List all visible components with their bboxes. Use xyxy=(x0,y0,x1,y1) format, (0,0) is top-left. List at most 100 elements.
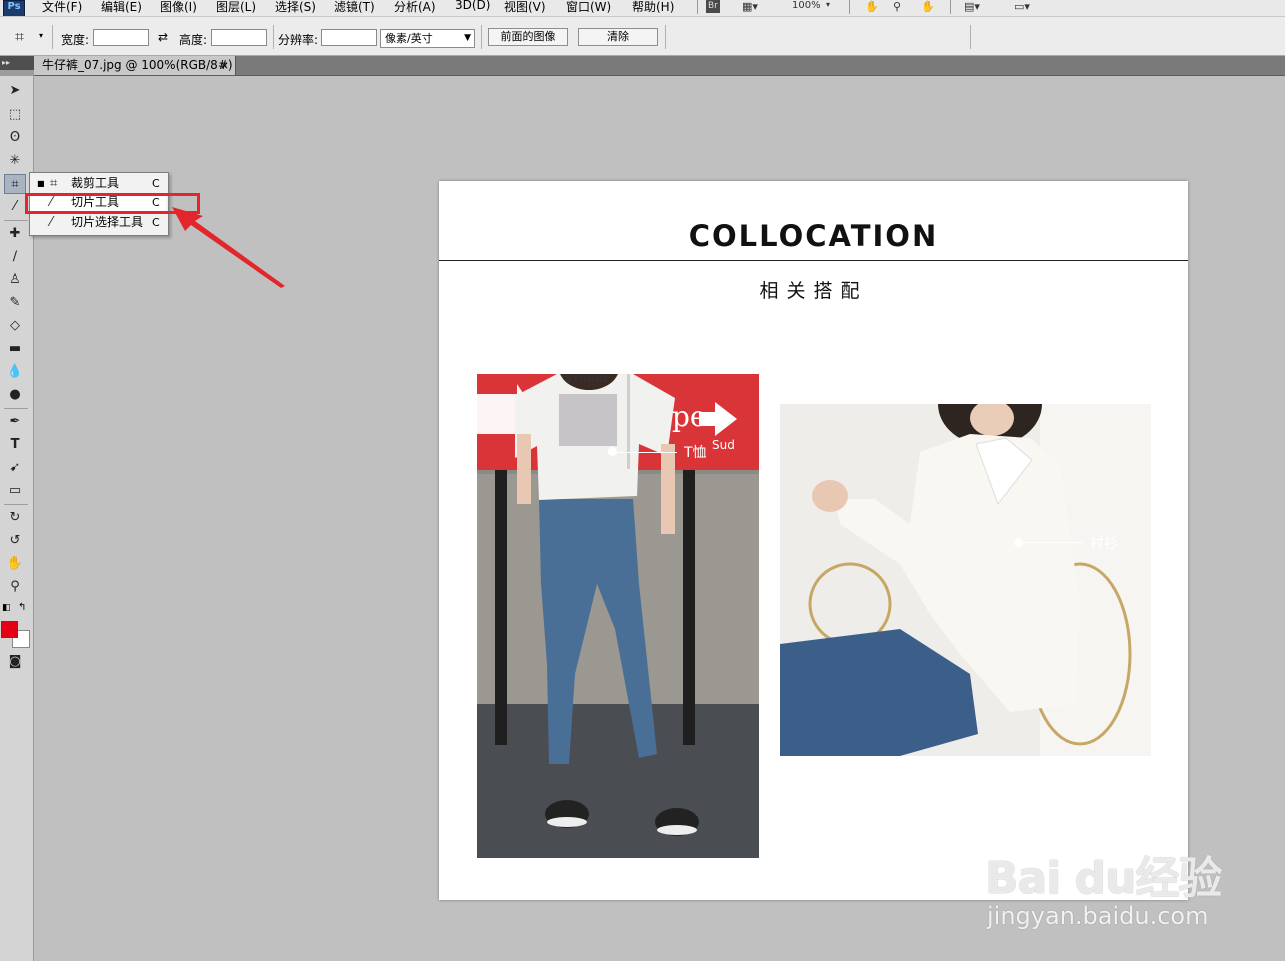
bridge-icon[interactable]: Br xyxy=(706,0,720,13)
pen-tool-icon[interactable]: ✒ xyxy=(4,412,26,432)
chevron-down-icon: ▼ xyxy=(464,33,471,43)
document-canvas[interactable]: COLLOCATION 相关搭配 STUDIO pe Sud T恤 衬衫 xyxy=(439,181,1188,900)
resolution-unit-select[interactable]: 像素/英寸 ▼ xyxy=(380,29,475,48)
eraser-tool-icon[interactable]: ◇ xyxy=(4,316,26,336)
zoom-icon[interactable]: ⚲ xyxy=(893,0,901,13)
zoom-dropdown-icon[interactable]: ▾ xyxy=(826,0,830,9)
view-extras-icon[interactable]: ▦▾ xyxy=(742,0,758,13)
rotate-view-icon[interactable]: ✋ xyxy=(921,0,935,13)
menu-help[interactable]: 帮助(H) xyxy=(632,0,674,15)
flyout-item-shortcut: C xyxy=(152,216,160,229)
options-separator xyxy=(970,25,971,49)
menu-separator xyxy=(950,0,951,14)
flyout-item-label: 裁剪工具 xyxy=(71,176,120,190)
resolution-input[interactable] xyxy=(321,29,377,46)
panel-collapse-strip[interactable]: ▸▸ xyxy=(0,56,34,70)
flyout-item-crop[interactable]: ■ ⌗ 裁剪工具 C xyxy=(30,174,166,193)
photoshop-logo: Ps xyxy=(3,0,25,16)
magic-wand-tool-icon[interactable]: ✳ xyxy=(4,151,26,171)
clone-stamp-tool-icon[interactable]: ♙ xyxy=(4,270,26,290)
shirt-print-text: STUDIO xyxy=(565,374,608,385)
label-line xyxy=(1023,542,1083,543)
front-image-button[interactable]: 前面的图像 xyxy=(488,28,568,46)
width-input[interactable] xyxy=(93,29,149,46)
height-label: 高度: xyxy=(179,33,208,47)
crop-icon: ⌗ xyxy=(50,176,58,191)
menu-layer[interactable]: 图层(L) xyxy=(216,0,256,15)
document-tab[interactable]: 牛仔裤_07.jpg @ 100%(RGB/8#) × xyxy=(34,56,236,75)
options-bar: ⌗ ▾ 宽度: ⇄ 高度: 分辨率: 像素/英寸 ▼ 前面的图像 清除 xyxy=(0,17,1285,56)
default-colors-icon[interactable]: ◧ xyxy=(2,603,11,613)
gradient-tool-icon[interactable]: ▬ xyxy=(4,339,26,359)
menu-image[interactable]: 图像(I) xyxy=(160,0,197,15)
sign-text: pe xyxy=(672,400,707,433)
toolbox-separator xyxy=(4,220,28,221)
resolution-unit-value: 像素/英寸 xyxy=(385,32,433,45)
zoom-level[interactable]: 100% xyxy=(792,0,821,11)
document-tab-bar: 牛仔裤_07.jpg @ 100%(RGB/8#) × xyxy=(34,56,1285,76)
3d-orbit-tool-icon[interactable]: ↺ xyxy=(4,531,26,551)
flyout-item-slice-select[interactable]: ⁄ 切片选择工具 C xyxy=(30,213,166,232)
swap-dimensions-icon[interactable]: ⇄ xyxy=(158,30,168,44)
photo-shirt-illustration xyxy=(780,404,1151,756)
brush-tool-icon[interactable]: ∕ xyxy=(4,247,26,267)
dodge-tool-icon[interactable]: ● xyxy=(4,385,26,405)
menu-window[interactable]: 窗口(W) xyxy=(566,0,611,15)
menu-analysis[interactable]: 分析(A) xyxy=(394,0,436,15)
flyout-item-label: 切片选择工具 xyxy=(71,215,144,229)
close-icon[interactable]: × xyxy=(220,56,229,75)
crop-tool-preset-icon[interactable]: ⌗ xyxy=(15,27,24,47)
menu-separator xyxy=(697,0,698,14)
shirt-label: 衬衫 xyxy=(1090,536,1118,552)
tool-preset-dropdown-icon[interactable]: ▾ xyxy=(39,31,43,40)
clear-button[interactable]: 清除 xyxy=(578,28,658,46)
healing-brush-tool-icon[interactable]: ✚ xyxy=(4,224,26,244)
annotation-arrow xyxy=(172,207,285,288)
menu-view[interactable]: 视图(V) xyxy=(504,0,546,15)
product-photo-shirt: 衬衫 xyxy=(780,404,1151,756)
menu-filter[interactable]: 滤镜(T) xyxy=(334,0,375,15)
toolbox-grip[interactable] xyxy=(0,70,33,76)
current-tool-bullet: ■ xyxy=(37,179,45,188)
document-subtitle: 相关搭配 xyxy=(759,280,868,302)
zoom-tool-icon[interactable]: ⚲ xyxy=(4,577,26,597)
3d-rotate-tool-icon[interactable]: ↻ xyxy=(4,508,26,528)
watermark-url: jingyan.baidu.com xyxy=(987,902,1209,930)
flyout-item-shortcut: C xyxy=(152,177,160,190)
product-photo-jeans: STUDIO pe Sud T恤 xyxy=(477,374,759,858)
foreground-color-swatch[interactable] xyxy=(1,621,18,638)
document-tab-title: 牛仔裤_07.jpg @ 100%(RGB/8#) xyxy=(42,58,233,72)
quick-mask-icon[interactable]: ◙ xyxy=(4,652,26,672)
path-selection-tool-icon[interactable]: ➹ xyxy=(4,458,26,478)
hand-tool-icon[interactable]: ✋ xyxy=(4,554,26,574)
width-label: 宽度: xyxy=(61,33,90,47)
menu-3d[interactable]: 3D(D) xyxy=(455,0,490,12)
menu-select[interactable]: 选择(S) xyxy=(275,0,316,15)
label-dot xyxy=(608,447,617,456)
type-tool-icon[interactable]: T xyxy=(4,435,26,455)
options-separator xyxy=(665,25,666,49)
lasso-tool-icon[interactable]: ʘ xyxy=(4,128,26,148)
move-tool-icon[interactable]: ➤ xyxy=(4,81,26,101)
shape-tool-icon[interactable]: ▭ xyxy=(4,481,26,501)
toolbox-separator xyxy=(4,504,28,505)
options-separator xyxy=(52,25,53,49)
crop-tool-icon[interactable]: ⌗ xyxy=(4,174,26,194)
marquee-tool-icon[interactable]: ⬚ xyxy=(4,105,26,125)
hand-icon[interactable]: ✋ xyxy=(865,0,879,13)
slice-select-icon: ⁄ xyxy=(50,215,53,230)
menu-edit[interactable]: 编辑(E) xyxy=(101,0,142,15)
swap-colors-icon[interactable]: ↰ xyxy=(18,602,26,613)
history-brush-tool-icon[interactable]: ✎ xyxy=(4,293,26,313)
menu-file[interactable]: 文件(F) xyxy=(42,0,82,15)
menu-separator xyxy=(849,0,850,14)
blur-tool-icon[interactable]: 💧 xyxy=(4,362,26,382)
height-input[interactable] xyxy=(211,29,267,46)
document-title: COLLOCATION xyxy=(688,219,939,253)
eyedropper-tool-icon[interactable]: ⁄ xyxy=(4,197,26,217)
resolution-label: 分辨率: xyxy=(278,33,319,47)
title-divider xyxy=(439,260,1188,261)
baidu-watermark: Bai du经验 jingyan.baidu.com xyxy=(985,822,1275,937)
arrange-documents-icon[interactable]: ▤▾ xyxy=(964,0,980,13)
screen-mode-icon[interactable]: ▭▾ xyxy=(1014,0,1030,13)
